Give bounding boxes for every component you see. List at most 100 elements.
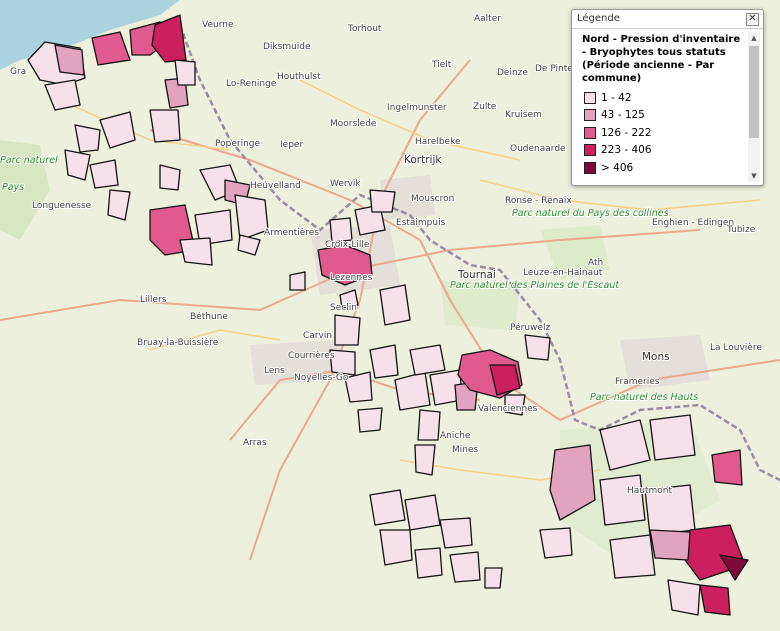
commune [329, 217, 353, 243]
place-label: Oudenaarde [510, 144, 566, 154]
place-label: Courrières [288, 350, 335, 361]
commune [439, 517, 473, 549]
legend-label: 1 - 42 [601, 91, 632, 104]
place-label: Moorslede [330, 119, 377, 129]
place-label: Ronse - Renaix [505, 196, 572, 206]
commune [369, 489, 406, 526]
commune [417, 409, 441, 441]
commune [414, 444, 436, 476]
place-label: Mons [642, 351, 670, 363]
place-label: Aalter [474, 14, 501, 24]
commune [149, 109, 181, 143]
commune [64, 149, 91, 181]
legend-header-title: Légende [577, 13, 620, 24]
commune [379, 529, 413, 566]
place-label: Longuenesse [32, 201, 92, 211]
commune [357, 407, 383, 433]
place-label: Harelbeke [415, 137, 461, 147]
place-label: Veurne [202, 20, 234, 30]
legend-swatch [584, 161, 596, 174]
commune [609, 534, 656, 579]
place-label: Zulte [473, 102, 497, 112]
legend-scrollbar[interactable]: ▲ ▼ [748, 32, 760, 182]
place-label: Gra [10, 67, 26, 77]
commune [599, 419, 651, 471]
commune [334, 314, 361, 346]
legend-swatch [584, 91, 596, 104]
scroll-up-icon[interactable]: ▲ [748, 32, 760, 44]
legend-item: 43 - 125 [572, 107, 763, 125]
park-label: Parc naturel des Hauts [590, 392, 698, 403]
legend-body[interactable]: Nord - Pression d'inventaire - Bryophyte… [572, 29, 763, 185]
place-label: Deinze [497, 68, 528, 78]
place-label: Poperinge [215, 139, 260, 149]
commune [524, 334, 551, 361]
place-label: Béthune [190, 311, 228, 322]
legend-item: 126 - 222 [572, 124, 763, 142]
commune [539, 527, 573, 559]
legend-label: 43 - 125 [601, 109, 645, 122]
commune [179, 237, 213, 266]
legend-label: 126 - 222 [601, 126, 652, 139]
place-label: Arras [243, 438, 267, 448]
scroll-down-icon[interactable]: ▼ [748, 170, 760, 182]
place-label: Croix-Lille [325, 240, 370, 250]
place-label: Tubize [726, 225, 756, 235]
place-label: Pays [2, 182, 24, 193]
legend-item: 223 - 406 [572, 142, 763, 160]
legend-title-line: (Période ancienne - Par [582, 60, 715, 71]
commune [649, 414, 696, 461]
commune [344, 371, 373, 403]
legend-title: Nord - Pression d'inventaire - Bryophyte… [572, 29, 763, 89]
place-label: Enghien - Edingen [652, 218, 734, 228]
commune [414, 547, 443, 579]
commune [89, 159, 119, 189]
park-label: Parc naturel des Plaines de l'Escaut [450, 280, 620, 291]
place-label: Diksmuide [263, 42, 311, 52]
place-label: Kortrijk [404, 154, 442, 166]
place-label: Lo-Reninge [226, 79, 277, 89]
commune [174, 59, 196, 86]
close-icon[interactable]: ✕ [746, 13, 759, 26]
park-label: Parc naturel du Pays des collines [512, 208, 669, 219]
legend-label: > 406 [601, 161, 634, 174]
legend-title-line: Nord - Pression d'inventaire [582, 34, 741, 45]
commune [711, 449, 743, 486]
place-label: Parc naturel [0, 155, 58, 166]
legend-item: 1 - 42 [572, 89, 763, 107]
place-label: Ath [588, 258, 603, 268]
place-label: La Louvière [710, 342, 762, 353]
place-label: Tielt [431, 60, 452, 70]
legend-item: > 406 [572, 159, 763, 177]
place-label: Mouscron [411, 194, 454, 204]
legend-swatch [584, 126, 596, 139]
place-label: Heuvelland [250, 181, 301, 191]
place-label: Estaimpuis [396, 218, 446, 228]
commune [289, 271, 306, 291]
commune [74, 124, 101, 153]
scroll-thumb[interactable] [749, 46, 759, 138]
commune [369, 189, 396, 213]
commune [484, 567, 503, 589]
commune [449, 551, 481, 583]
commune [699, 584, 731, 616]
place-label: Torhout [347, 24, 382, 34]
place-label: Houthulst [277, 72, 321, 82]
place-label: Péruwelz [510, 322, 550, 333]
place-label: Armentières [264, 227, 319, 238]
commune [379, 284, 411, 326]
legend-title-line: commune) [582, 73, 642, 84]
place-label: Ieper [280, 140, 303, 150]
commune [667, 579, 701, 616]
commune [369, 344, 399, 379]
place-label: Frameries [615, 377, 660, 387]
legend-items: 1 - 42 43 - 125 126 - 222 223 - 406 > 406 [572, 89, 763, 177]
legend-swatch [584, 109, 596, 122]
legend-title-line: - Bryophytes tous statuts [582, 47, 726, 58]
commune [409, 344, 446, 376]
place-label: Noyelles-Go [294, 373, 349, 383]
place-label: Wervik [330, 179, 361, 189]
place-label: Lillers [140, 295, 167, 305]
place-label: Lezennes [330, 273, 373, 283]
place-label: Ingelmunster [387, 103, 447, 113]
